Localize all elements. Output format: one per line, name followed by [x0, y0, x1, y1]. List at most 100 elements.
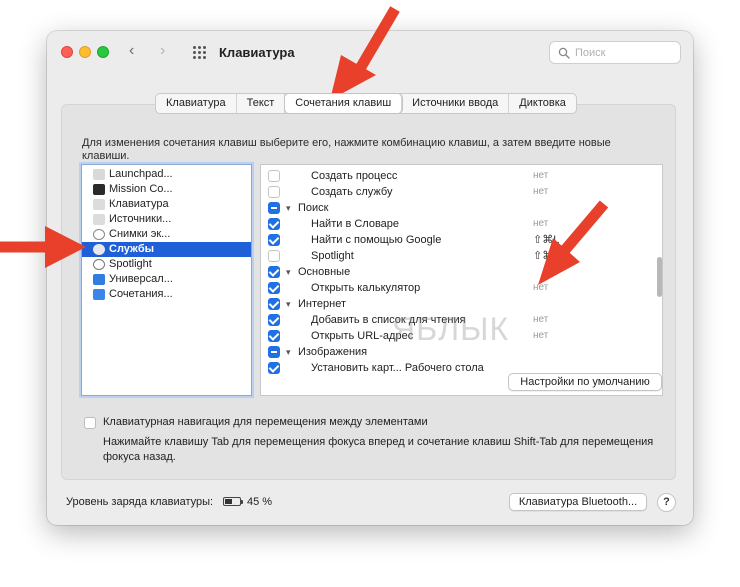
category-label: Сочетания... — [109, 288, 173, 300]
shortcut-label: Spotlight — [311, 250, 354, 262]
shortcut-label: Создать процесс — [311, 170, 398, 182]
tab-bar: Клавиатура Текст Сочетания клавиш Источн… — [155, 93, 577, 114]
category-item-spotlight[interactable]: Spotlight — [82, 257, 251, 272]
shortcut-keys[interactable]: ⇧⌘F — [533, 248, 560, 264]
shortcut-keys[interactable]: нет — [533, 184, 548, 200]
shortcut-row[interactable]: Spotlight ⇧⌘F — [261, 248, 662, 264]
shortcut-group-row[interactable]: ▾ Основные — [261, 264, 662, 280]
app-shortcuts-icon — [93, 289, 105, 300]
shortcut-row[interactable]: Создать службу нет — [261, 184, 662, 200]
category-label: Службы — [109, 243, 155, 255]
category-label: Снимки эк... — [109, 228, 171, 240]
shortcut-keys[interactable]: нет — [533, 280, 548, 296]
battery-percent: 45 % — [247, 496, 273, 508]
battery-label: Уровень заряда клавиатуры: — [66, 496, 214, 508]
keyboard-icon — [93, 199, 105, 210]
screenshot-icon — [93, 229, 105, 240]
shortcut-checkbox[interactable] — [268, 218, 280, 230]
category-item-screenshots[interactable]: Снимки эк... — [82, 227, 251, 242]
launchpad-icon — [93, 169, 105, 180]
category-list[interactable]: Launchpad... Mission Co... Клавиатура Ис… — [81, 164, 252, 396]
shortcut-checkbox[interactable] — [268, 362, 280, 374]
shortcut-label: Найти с помощью Google — [311, 234, 442, 246]
keyboard-navigation-description: Нажимайте клавишу Tab для перемещения фо… — [103, 436, 654, 463]
chevron-down-icon[interactable]: ▾ — [286, 344, 291, 360]
tab-keyboard[interactable]: Клавиатура — [156, 94, 237, 113]
tab-input-sources[interactable]: Источники ввода — [402, 94, 510, 113]
shortcut-label: Создать службу — [311, 186, 393, 198]
close-button[interactable] — [61, 46, 73, 58]
shortcut-checkbox[interactable] — [268, 234, 280, 246]
search-icon — [558, 47, 570, 59]
bluetooth-keyboard-button[interactable]: Клавиатура Bluetooth... — [509, 493, 647, 511]
tab-dictation[interactable]: Диктовка — [509, 94, 576, 113]
tab-shortcuts[interactable]: Сочетания клавиш — [285, 94, 403, 113]
spotlight-icon — [93, 259, 105, 270]
category-item-input-sources[interactable]: Источники... — [82, 212, 251, 227]
shortcut-label: Найти в Словаре — [311, 218, 400, 230]
shortcut-row[interactable]: Создать процесс нет — [261, 168, 662, 184]
category-label: Источники... — [109, 213, 172, 225]
category-item-mission-control[interactable]: Mission Co... — [82, 182, 251, 197]
minimize-button[interactable] — [79, 46, 91, 58]
chevron-down-icon[interactable]: ▾ — [286, 296, 291, 312]
shortcut-keys[interactable]: нет — [533, 312, 548, 328]
shortcut-row[interactable]: Открыть калькулятор нет — [261, 280, 662, 296]
search-input[interactable] — [575, 45, 675, 61]
mission-control-icon — [93, 184, 105, 195]
group-label: Основные — [298, 266, 351, 278]
shortcut-keys[interactable]: нет — [533, 216, 548, 232]
category-item-launchpad[interactable]: Launchpad... — [82, 167, 251, 182]
shortcut-label: Установить карт... Рабочего стола — [311, 362, 484, 374]
category-item-keyboard[interactable]: Клавиатура — [82, 197, 251, 212]
group-label: Интернет — [298, 298, 346, 310]
watermark: ЯБЛЫК — [392, 311, 510, 347]
restore-defaults-button[interactable]: Настройки по умолчанию — [508, 373, 662, 391]
zoom-button[interactable] — [97, 46, 109, 58]
scrollbar-thumb[interactable] — [657, 257, 662, 297]
shortcut-checkbox[interactable] — [268, 282, 280, 294]
chevron-down-icon[interactable]: ▾ — [286, 264, 291, 280]
shortcut-keys[interactable]: нет — [533, 168, 548, 184]
category-label: Mission Co... — [109, 183, 173, 195]
category-item-services[interactable]: Службы — [82, 242, 251, 257]
shortcut-checkbox[interactable] — [268, 250, 280, 262]
keyboard-navigation-checkbox[interactable] — [84, 417, 96, 429]
back-button[interactable]: ‹ — [129, 42, 134, 60]
shortcut-checkbox[interactable] — [268, 314, 280, 326]
help-button[interactable]: ? — [657, 493, 676, 512]
category-item-app-shortcuts[interactable]: Сочетания... — [82, 287, 251, 302]
search-field[interactable] — [549, 41, 681, 64]
group-checkbox[interactable] — [268, 346, 280, 358]
shortcut-checkbox[interactable] — [268, 170, 280, 182]
category-label: Клавиатура — [109, 198, 169, 210]
shortcut-list[interactable]: Создать процесс нет Создать службу нет ▾… — [260, 164, 663, 396]
category-label: Launchpad... — [109, 168, 173, 180]
input-sources-icon — [93, 214, 105, 225]
group-label: Поиск — [298, 202, 329, 214]
shortcut-group-row[interactable]: ▾ Поиск — [261, 200, 662, 216]
group-checkbox[interactable] — [268, 298, 280, 310]
forward-button[interactable]: › — [160, 42, 165, 60]
shortcut-group-row[interactable]: ▾ Интернет — [261, 296, 662, 312]
shortcut-checkbox[interactable] — [268, 186, 280, 198]
shortcut-checkbox[interactable] — [268, 330, 280, 342]
shortcut-keys[interactable]: нет — [533, 328, 548, 344]
show-all-grid-icon[interactable] — [193, 46, 206, 59]
keyboard-navigation-label: Клавиатурная навигация для перемещения м… — [103, 416, 428, 428]
tab-text[interactable]: Текст — [237, 94, 286, 113]
shortcut-row[interactable]: Найти с помощью Google ⇧⌘L — [261, 232, 662, 248]
gear-icon — [93, 244, 105, 255]
accessibility-icon — [93, 274, 105, 285]
preferences-window: ‹ › Клавиатура Клавиатура Текст Сочетани… — [47, 31, 693, 525]
group-checkbox[interactable] — [268, 202, 280, 214]
shortcut-label: Открыть калькулятор — [311, 282, 421, 294]
shortcut-row[interactable]: Найти в Словаре нет — [261, 216, 662, 232]
instructions-text: Для изменения сочетания клавиш выберите … — [82, 137, 611, 162]
group-checkbox[interactable] — [268, 266, 280, 278]
shortcut-keys[interactable]: ⇧⌘L — [533, 232, 559, 248]
category-item-accessibility[interactable]: Универсал... — [82, 272, 251, 287]
battery-icon — [223, 497, 243, 506]
chevron-down-icon[interactable]: ▾ — [286, 200, 291, 216]
window-title: Клавиатура — [219, 45, 295, 60]
